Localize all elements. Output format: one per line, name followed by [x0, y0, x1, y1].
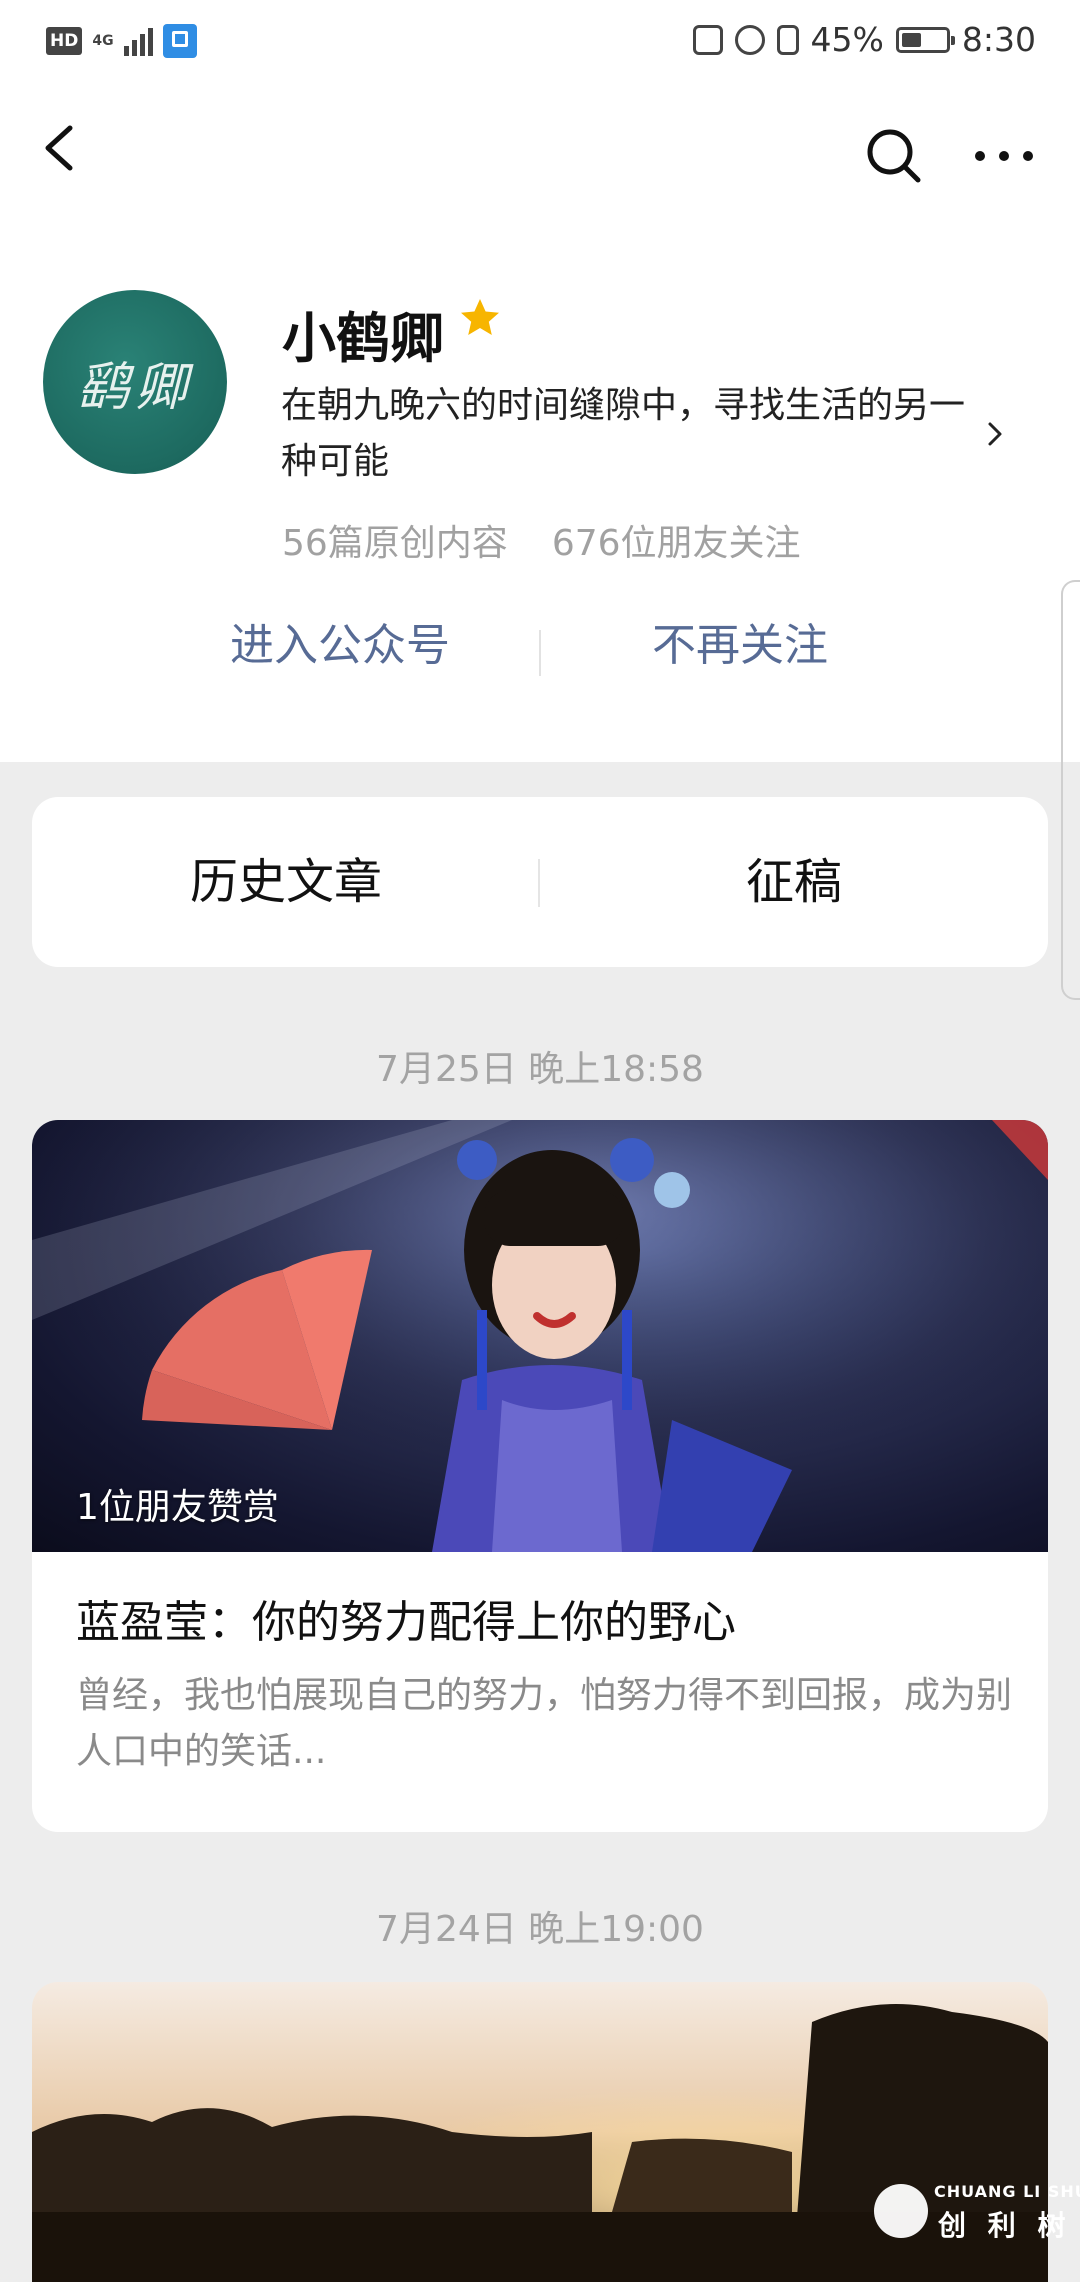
status-bar: HD 4G 45% 8:30 — [0, 0, 1080, 86]
account-stats: 56篇原创内容 676位朋友关注 — [282, 514, 801, 566]
watermark-text-cn: 创 利 树 — [938, 2209, 1072, 2242]
clock: 8:30 — [961, 20, 1036, 59]
article-title[interactable]: 蓝盈莹：你的努力配得上你的野心 — [76, 1586, 736, 1650]
account-header: 鹞卿 小鹤卿 在朝九晚六的时间缝隙中，寻找生活的另一种可能 56篇原创内容 67… — [0, 86, 1080, 762]
watermark-text-en: CHUANG LI SHU — [934, 2182, 1080, 2201]
edge-pull-tab[interactable] — [1061, 580, 1080, 1000]
network-type: 4G — [92, 33, 114, 49]
article-card[interactable]: 1位朋友赞赏 蓝盈莹：你的努力配得上你的野心 曾经，我也怕展现自己的努力，怕努力… — [32, 1120, 1048, 1832]
avatar-text: 鹞卿 — [76, 357, 193, 418]
hd-badge: HD — [46, 27, 83, 55]
article-summary: 曾经，我也怕展现自己的努力，怕努力得不到回报，成为别人口中的笑话... — [76, 1675, 1013, 1772]
tab-submissions[interactable]: 征稿 — [540, 797, 1048, 967]
tip-count: 1位朋友赞赏 — [76, 1487, 279, 1528]
app-notification-icon — [162, 24, 197, 58]
alarm-icon — [734, 24, 765, 55]
action-divider — [539, 630, 541, 676]
account-name: 小鹤卿 — [282, 307, 444, 370]
battery-percent: 45% — [810, 20, 884, 59]
search-icon[interactable] — [862, 124, 926, 188]
feed-date: 7月25日 晚上18:58 — [376, 1049, 704, 1090]
nfc-icon — [692, 24, 723, 55]
status-left: HD 4G — [46, 24, 197, 58]
status-right: 45% 8:30 — [692, 20, 1036, 59]
follower-count: 676位朋友关注 — [551, 523, 801, 564]
account-description[interactable]: 在朝九晚六的时间缝隙中，寻找生活的另一种可能 — [281, 378, 981, 490]
unfollow-button[interactable]: 不再关注 — [580, 606, 900, 686]
article-cover-image[interactable]: 1位朋友赞赏 — [32, 1120, 1048, 1552]
chevron-left-icon[interactable] — [30, 116, 90, 180]
watermark-logo-icon — [874, 2184, 928, 2238]
avatar[interactable]: 鹞卿 — [43, 290, 227, 474]
star-icon — [461, 299, 499, 335]
battery-icon — [895, 26, 955, 53]
tabs-card: 历史文章 征稿 — [32, 797, 1048, 967]
tab-history-articles[interactable]: 历史文章 — [32, 797, 540, 967]
watermark: CHUANG LI SHU 创 利 树 — [874, 2180, 1080, 2244]
more-horizontal-icon[interactable] — [968, 124, 1040, 188]
feed-date: 7月24日 晚上19:00 — [376, 1909, 704, 1950]
chevron-right-icon[interactable] — [982, 416, 1008, 452]
original-count: 56篇原创内容 — [282, 523, 508, 564]
enter-account-button[interactable]: 进入公众号 — [180, 606, 500, 686]
vibrate-icon — [776, 24, 799, 55]
signal-icon — [123, 26, 153, 56]
